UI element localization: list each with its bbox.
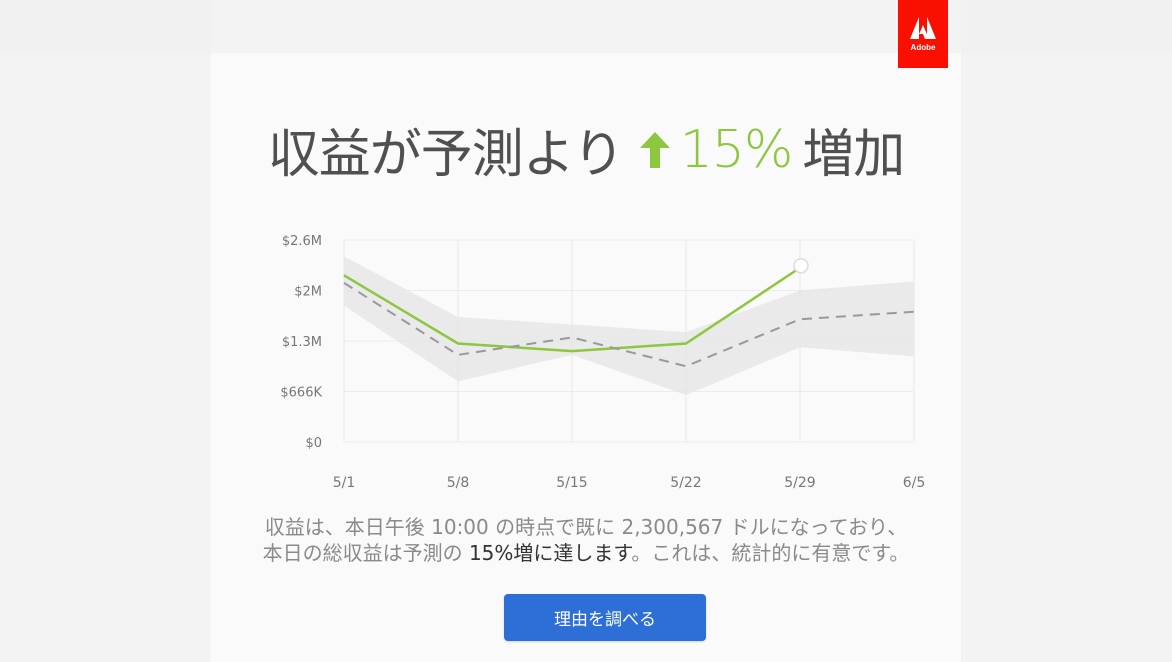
summary-line-2-c: 。これは、統計的に有意です。 [631, 541, 910, 565]
x-tick-label: 5/1 [333, 475, 356, 491]
headline-percent: 15% [679, 119, 794, 180]
headline: 収益が予測より 15% 増加 [0, 112, 1172, 187]
x-tick-label: 5/22 [670, 475, 701, 491]
highlight-point [793, 257, 809, 274]
y-tick-label: $2M [294, 284, 322, 299]
revenue-chart: $0 $666K $1.3M $2M $2.6M 5/1 5/8 5/15 5/22 5/29 6/… [270, 230, 930, 500]
summary-line-2: 本日の総収益は予測の 15%増に達します。これは、統計的に有意です。 [0, 540, 1172, 566]
headline-suffix: 増加 [802, 125, 905, 185]
y-tick-label: $2.6M [282, 234, 322, 249]
explore-reason-button[interactable]: 理由を調べる [504, 594, 706, 641]
y-tick-label: $1.3M [282, 335, 322, 350]
y-tick-label: $0 [305, 436, 322, 451]
adobe-icon [910, 16, 936, 39]
x-tick-label: 5/15 [556, 475, 587, 491]
up-arrow-icon [639, 131, 670, 168]
x-tick-label: 6/5 [903, 475, 926, 491]
summary-text: 収益は、本日午後 10:00 の時点で既に 2,300,567 ドルになっており… [0, 514, 1172, 566]
y-tick-label: $666K [280, 386, 322, 401]
summary-line-1: 収益は、本日午後 10:00 の時点で既に 2,300,567 ドルになっており… [264, 515, 908, 539]
x-tick-label: 5/29 [784, 475, 815, 491]
headline-prefix: 収益が予測より [267, 125, 625, 185]
x-tick-label: 5/8 [447, 475, 470, 491]
logo-text: Adobe [910, 42, 936, 52]
chart-svg: $0 $666K $1.3M $2M $2.6M 5/1 5/8 5/15 5/22 5/29 6/… [280, 234, 926, 491]
adobe-logo: Adobe [898, 0, 948, 68]
summary-line-2-a: 本日の総収益は予測の [262, 541, 469, 565]
summary-highlight: 15%増に達します [468, 541, 632, 565]
